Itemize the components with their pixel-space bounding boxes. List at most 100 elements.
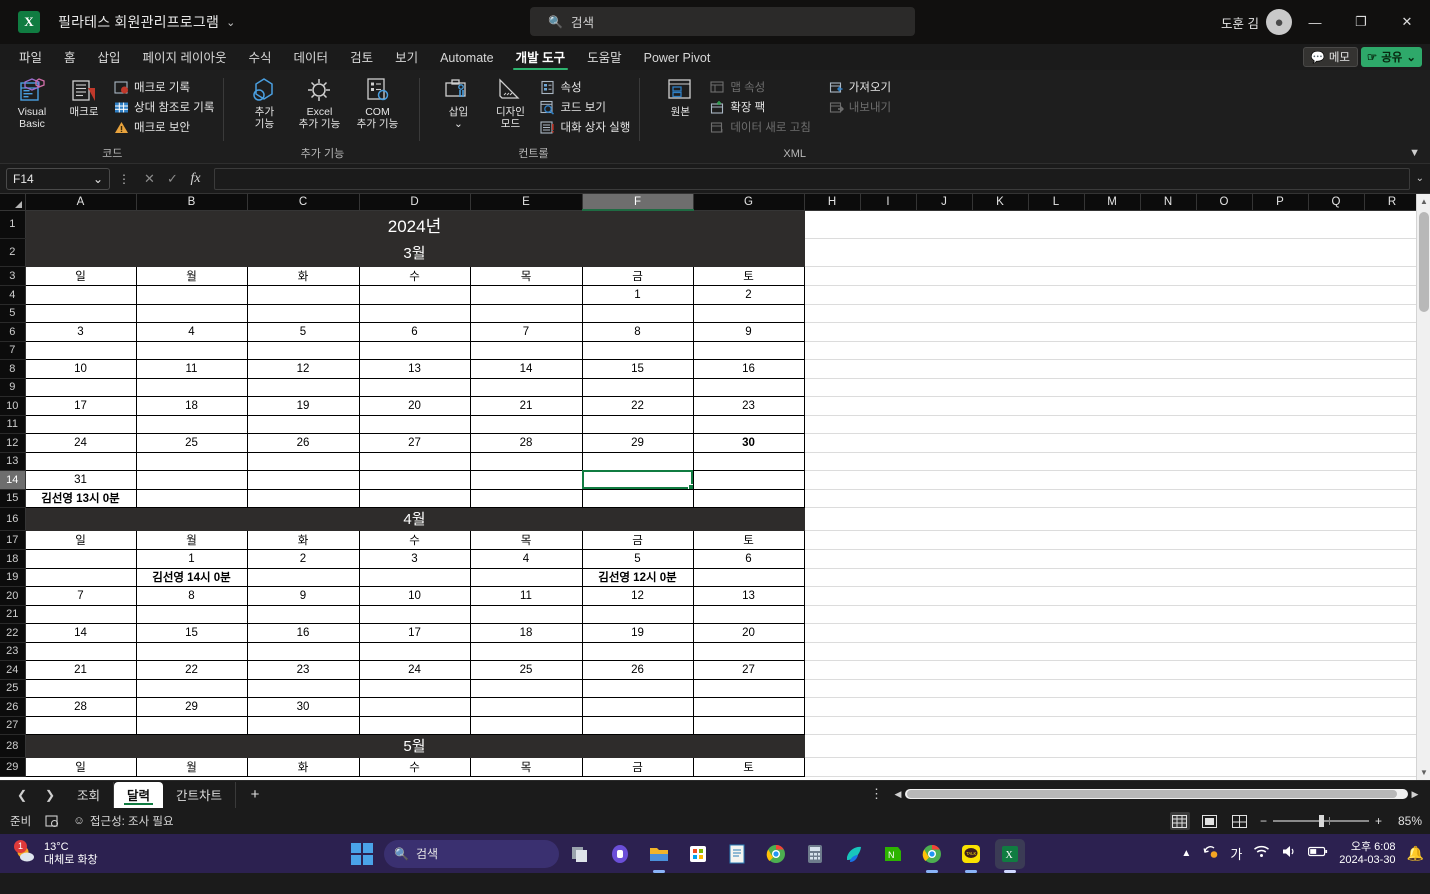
event-cell[interactable] xyxy=(247,304,359,322)
event-cell[interactable] xyxy=(136,605,247,623)
ribbon-tab-file[interactable]: 파일 xyxy=(8,46,53,70)
event-cell[interactable] xyxy=(136,679,247,697)
ribbon-tab-insert[interactable]: 삽입 xyxy=(87,46,132,70)
macro-button[interactable]: 매크로 xyxy=(58,74,110,118)
use-relative-references-button[interactable]: 상대 참조로 기록 xyxy=(110,97,218,117)
day-cell[interactable]: 15 xyxy=(582,359,693,378)
day-cell[interactable]: 7 xyxy=(25,586,136,605)
day-cell[interactable]: 6 xyxy=(693,549,804,568)
day-cell[interactable]: 17 xyxy=(25,396,136,415)
day-cell[interactable]: 5 xyxy=(582,549,693,568)
empty-cells[interactable] xyxy=(804,396,1420,415)
day-cell[interactable]: 10 xyxy=(25,359,136,378)
row-header-19[interactable]: 19 xyxy=(0,568,25,586)
weekday-header-wed[interactable]: 수 xyxy=(359,266,470,285)
event-cell[interactable] xyxy=(582,304,693,322)
day-cell[interactable]: 26 xyxy=(247,433,359,452)
chevron-down-icon[interactable]: ⌄ xyxy=(454,118,463,130)
row-header-28[interactable]: 28 xyxy=(0,734,25,757)
event-cell[interactable] xyxy=(470,605,582,623)
day-cell[interactable]: 29 xyxy=(136,697,247,716)
wifi-icon[interactable] xyxy=(1253,844,1270,864)
expansion-packs-button[interactable]: 확장 팩 xyxy=(706,97,814,117)
scroll-down-arrow-icon[interactable]: ▼ xyxy=(1417,765,1430,780)
empty-cells[interactable] xyxy=(804,549,1420,568)
weekday-header-thu[interactable]: 목 xyxy=(470,266,582,285)
event-cell[interactable] xyxy=(470,452,582,470)
chevron-left-icon[interactable]: ❮ xyxy=(8,788,36,802)
ribbon-tab-review[interactable]: 검토 xyxy=(339,46,384,70)
event-cell[interactable] xyxy=(359,415,470,433)
formula-input[interactable] xyxy=(214,168,1410,190)
scroll-up-arrow-icon[interactable]: ▲ xyxy=(1417,194,1430,209)
event-cell[interactable] xyxy=(136,642,247,660)
day-cell[interactable]: 20 xyxy=(693,623,804,642)
row-header-4[interactable]: 4 xyxy=(0,285,25,304)
day-cell[interactable] xyxy=(247,285,359,304)
day-cell[interactable]: 26 xyxy=(582,660,693,679)
notepad-icon[interactable] xyxy=(722,839,752,869)
empty-cells[interactable] xyxy=(804,586,1420,605)
row-header-23[interactable]: 23 xyxy=(0,642,25,660)
chevron-up-icon[interactable]: ▼ xyxy=(1409,147,1420,159)
day-cell[interactable]: 18 xyxy=(470,623,582,642)
empty-cells[interactable] xyxy=(804,605,1420,623)
row-header-22[interactable]: 22 xyxy=(0,623,25,642)
day-cell[interactable] xyxy=(25,549,136,568)
event-cell[interactable] xyxy=(582,452,693,470)
event-cell[interactable] xyxy=(136,452,247,470)
scroll-left-arrow-icon[interactable]: ◀ xyxy=(891,789,905,800)
empty-cells[interactable] xyxy=(804,470,1420,489)
row-header-1[interactable]: 1 xyxy=(0,210,25,238)
macro-record-icon[interactable] xyxy=(45,814,59,828)
event-cell[interactable] xyxy=(693,378,804,396)
weekday-header-sun[interactable]: 일 xyxy=(25,530,136,549)
event-cell[interactable] xyxy=(693,642,804,660)
day-cell[interactable]: 15 xyxy=(136,623,247,642)
weekday-header-thu[interactable]: 목 xyxy=(470,530,582,549)
empty-cells[interactable] xyxy=(804,452,1420,470)
event-cell[interactable]: 김선영 13시 0분 xyxy=(25,489,136,507)
event-cell[interactable] xyxy=(247,605,359,623)
page-layout-view-button[interactable] xyxy=(1200,812,1220,830)
empty-cells[interactable] xyxy=(804,304,1420,322)
event-cell[interactable] xyxy=(25,304,136,322)
record-macro-button[interactable]: 매크로 기록 xyxy=(110,77,218,97)
more-vertical-icon[interactable]: ⋮ xyxy=(110,172,138,186)
column-header-D[interactable]: D xyxy=(359,194,470,210)
row-header-7[interactable]: 7 xyxy=(0,341,25,359)
event-cell[interactable] xyxy=(136,378,247,396)
weekday-header-wed[interactable]: 수 xyxy=(359,757,470,776)
event-cell[interactable] xyxy=(693,716,804,734)
empty-cells[interactable] xyxy=(804,210,1420,238)
weekday-header-thu[interactable]: 목 xyxy=(470,757,582,776)
ribbon-tab-view[interactable]: 보기 xyxy=(384,46,429,70)
event-cell[interactable] xyxy=(247,642,359,660)
empty-cells[interactable] xyxy=(804,378,1420,396)
day-cell[interactable]: 16 xyxy=(247,623,359,642)
search-input[interactable]: 🔍 검색 xyxy=(530,7,915,36)
row-header-24[interactable]: 24 xyxy=(0,660,25,679)
day-cell[interactable]: 5 xyxy=(247,322,359,341)
day-cell[interactable]: 7 xyxy=(470,322,582,341)
column-header-H[interactable]: H xyxy=(804,194,860,210)
selected-cell-F14[interactable] xyxy=(582,470,693,489)
day-cell[interactable]: 23 xyxy=(247,660,359,679)
day-cell[interactable]: 2 xyxy=(693,285,804,304)
event-cell[interactable] xyxy=(582,605,693,623)
empty-cells[interactable] xyxy=(804,757,1420,776)
ribbon-tab-help[interactable]: 도움말 xyxy=(576,46,633,70)
day-cell[interactable]: 21 xyxy=(25,660,136,679)
event-cell[interactable] xyxy=(693,304,804,322)
event-cell[interactable] xyxy=(359,716,470,734)
expand-formula-bar-icon[interactable]: ⌄ xyxy=(1410,173,1424,184)
kakaotalk-icon[interactable]: TALK xyxy=(956,839,986,869)
empty-cells[interactable] xyxy=(804,697,1420,716)
bell-icon[interactable]: 🔔 xyxy=(1407,845,1424,862)
volume-icon[interactable] xyxy=(1281,844,1297,864)
sheet-tab-johoe[interactable]: 조회 xyxy=(64,782,114,808)
day-cell[interactable]: 9 xyxy=(693,322,804,341)
weekday-header-tue[interactable]: 화 xyxy=(247,530,359,549)
event-cell[interactable] xyxy=(25,642,136,660)
weekday-header-fri[interactable]: 금 xyxy=(582,757,693,776)
